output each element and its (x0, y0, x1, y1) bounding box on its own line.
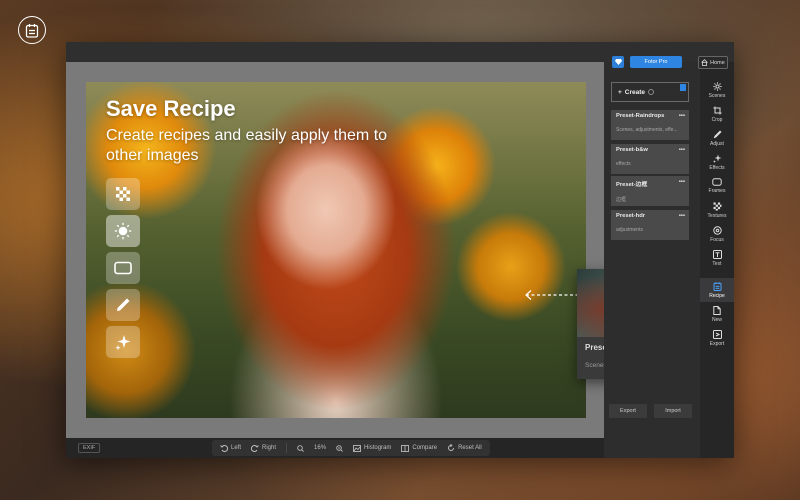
preset-item[interactable]: Preset-hdr ••• adjustments (611, 210, 689, 240)
histogram-icon (353, 444, 361, 452)
home-button[interactable]: Home (698, 56, 728, 69)
preset-menu[interactable]: ••• (679, 113, 685, 119)
app-window: Save Recipe Create recipes and easily ap… (66, 42, 734, 458)
brightness-tool-button[interactable] (106, 215, 140, 247)
reset-all-button[interactable]: Reset All (447, 444, 482, 452)
overlay-subtitle: Create recipes and easily apply them to … (106, 127, 388, 164)
reset-icon (448, 444, 455, 451)
help-icon (648, 89, 654, 95)
rotate-left-button[interactable]: Left (220, 444, 241, 452)
scenes-icon (712, 81, 722, 91)
photo-canvas[interactable]: Save Recipe Create recipes and easily ap… (86, 82, 586, 418)
home-icon (701, 59, 708, 66)
recipe-icon (713, 281, 721, 291)
preset-desc: 边框 (616, 197, 627, 203)
rail-item-export[interactable]: Export (700, 326, 734, 350)
preset-item[interactable]: Preset-Raindrops ••• Scenes, adjustments,… (611, 110, 689, 140)
canvas-area: Save Recipe Create recipes and easily ap… (66, 62, 677, 438)
zoom-in-icon (336, 444, 343, 452)
text-icon (712, 249, 722, 259)
preset-name: Preset-hdr (616, 213, 645, 219)
rail-item-scenes[interactable]: Scenes (700, 78, 734, 102)
import-recipe-button[interactable]: Import (654, 404, 692, 418)
focus-icon (712, 225, 722, 235)
preset-menu[interactable]: ••• (679, 147, 685, 153)
rotate-left-icon (220, 445, 228, 452)
export-recipe-button[interactable]: Export (609, 404, 647, 418)
overlay-title: Save Recipe (106, 96, 236, 121)
preset-menu[interactable]: ••• (679, 179, 685, 188)
textures-icon (713, 202, 721, 210)
frames-icon (712, 178, 722, 186)
histogram-button[interactable]: Histogram (353, 444, 391, 452)
preset-menu[interactable]: ••• (679, 213, 685, 219)
pencil-icon (117, 298, 130, 311)
zoom-in-button[interactable] (336, 444, 343, 452)
exif-button[interactable]: EXIF (78, 443, 101, 453)
preset-item[interactable]: Preset-边框 ••• 边框 (611, 176, 689, 206)
preset-item[interactable]: Preset-b&w ••• effects (611, 144, 689, 174)
preset-name: Preset-边框 (616, 182, 648, 188)
rail-item-text[interactable]: Text (700, 246, 734, 270)
adjust-icon (713, 130, 721, 138)
drag-arrow-icon (525, 290, 580, 300)
plus-icon: + (618, 88, 622, 96)
compare-icon (401, 444, 410, 452)
rail-item-effects[interactable]: Effects (700, 150, 734, 174)
new-icon (713, 305, 721, 315)
status-bar: EXIF Left Right 16% Histogram Compare Re… (66, 438, 604, 458)
bottom-toolbar: Left Right 16% Histogram Compare Reset A… (212, 440, 490, 456)
frame-tool-button[interactable] (106, 252, 140, 284)
bookmark-icon (680, 84, 686, 91)
fotor-pro-button[interactable]: Fotor Pro (630, 56, 682, 68)
mosaic-tool-button[interactable] (106, 178, 140, 210)
preset-desc: effects (616, 161, 631, 167)
rail-item-frames[interactable]: Frames (700, 174, 734, 198)
effects-icon (713, 154, 721, 162)
rail-item-focus[interactable]: Focus (700, 222, 734, 246)
rail-item-new[interactable]: New (700, 302, 734, 326)
sun-icon (114, 222, 132, 240)
brush-tool-button[interactable] (106, 289, 140, 321)
compare-button[interactable]: Compare (401, 444, 437, 452)
rotate-right-icon (251, 445, 259, 452)
zoom-out-button[interactable] (297, 444, 304, 452)
rail-item-adjust[interactable]: Adjust (700, 126, 734, 150)
enhance-tool-button[interactable] (106, 326, 140, 358)
mosaic-icon (116, 187, 130, 201)
rail-item-recipe[interactable]: Recipe (700, 278, 734, 302)
sparkle-icon (115, 335, 131, 351)
divider (286, 443, 288, 453)
preset-name: Preset-Raindrops (616, 113, 665, 119)
export-icon (712, 329, 722, 339)
zoom-out-icon (297, 444, 304, 452)
pro-badge (612, 56, 624, 68)
rail-item-textures[interactable]: Textures (700, 198, 734, 222)
rotate-right-button[interactable]: Right (251, 444, 276, 452)
photo-tool-strip (106, 178, 140, 363)
frame-icon (114, 261, 132, 275)
diamond-icon (614, 59, 622, 65)
preset-name: Preset-b&w (616, 147, 648, 153)
recipe-badge-icon (18, 16, 46, 44)
preset-desc: Scenes, adjustments, effe... (616, 127, 678, 133)
create-recipe-button[interactable]: + Create (611, 82, 689, 102)
recipe-panel: Fotor Pro + Create Preset-Raindrops ••• S… (604, 56, 700, 458)
crop-icon (713, 106, 721, 114)
zoom-level: 16% (314, 445, 327, 451)
rail-item-crop[interactable]: Crop (700, 102, 734, 126)
preset-desc: adjustments (616, 227, 643, 233)
